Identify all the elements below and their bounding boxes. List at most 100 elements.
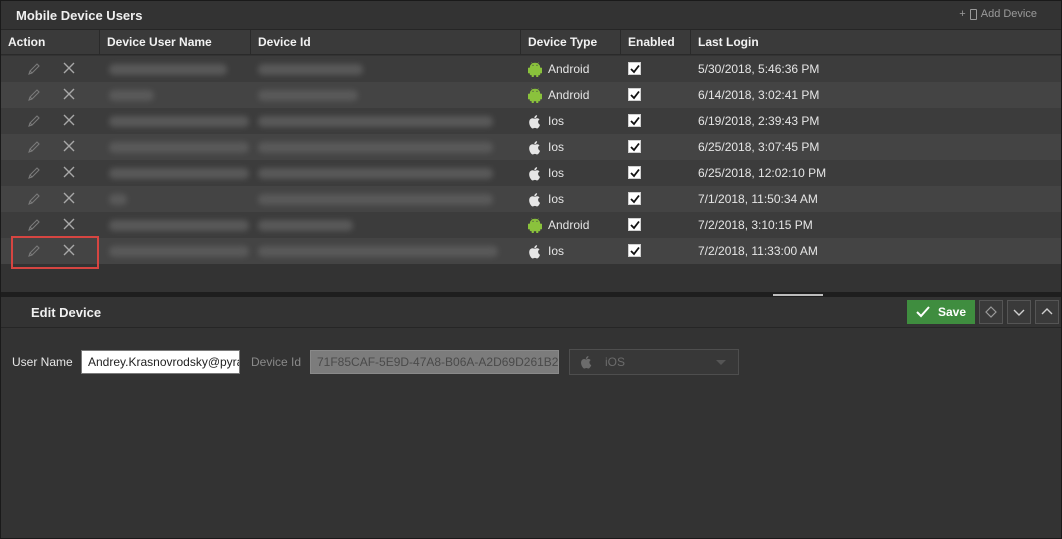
chevron-up-icon	[1041, 308, 1053, 315]
device-id-redacted	[258, 246, 498, 257]
device-type-label: Ios	[548, 192, 565, 206]
edit-panel-header: Edit Device Save	[1, 297, 1061, 328]
enabled-checkbox[interactable]	[628, 192, 641, 205]
device-type-cell: Android	[528, 56, 589, 82]
user-name-redacted	[109, 168, 249, 179]
device-id-label: Device Id	[251, 355, 302, 369]
device-id-redacted	[258, 90, 358, 101]
enabled-checkbox[interactable]	[628, 62, 641, 75]
add-device-label: Add Device	[980, 8, 1037, 20]
enabled-checkbox[interactable]	[628, 88, 641, 101]
column-last-login[interactable]: Last Login	[691, 30, 1061, 55]
delete-icon[interactable]	[62, 87, 76, 101]
selection-highlight	[11, 236, 99, 269]
move-up-button[interactable]	[1035, 300, 1059, 324]
save-label: Save	[937, 305, 967, 319]
table-header: Action Device User Name Device Id Device…	[1, 30, 1061, 55]
last-login-cell: 6/25/2018, 3:07:45 PM	[698, 140, 820, 154]
pencil-icon[interactable]	[27, 192, 41, 206]
device-type-label: Android	[548, 218, 590, 232]
delete-icon[interactable]	[62, 191, 76, 205]
user-name-label: User Name	[12, 355, 73, 369]
last-login-cell: 6/19/2018, 2:39:43 PM	[698, 114, 820, 128]
user-name-input[interactable]: Andrey.Krasnovrodsky@pyramidanalytics.co…	[81, 350, 240, 374]
user-name-redacted	[109, 64, 227, 75]
last-login-cell: 6/14/2018, 3:02:41 PM	[698, 88, 820, 102]
device-type-label: Ios	[548, 166, 565, 180]
device-type-label: Ios	[548, 114, 565, 128]
edit-panel-body: User Name Andrey.Krasnovrodsky@pyramidan…	[1, 329, 1061, 537]
android-icon	[528, 217, 542, 233]
enabled-checkbox[interactable]	[628, 218, 641, 231]
user-name-redacted	[109, 220, 249, 231]
check-icon	[916, 306, 930, 318]
device-type-value: iOS	[605, 355, 626, 369]
splitter-grip[interactable]	[773, 294, 823, 296]
enabled-checkbox[interactable]	[628, 166, 641, 179]
apple-icon	[581, 356, 592, 369]
pencil-icon[interactable]	[27, 62, 41, 76]
enabled-checkbox[interactable]	[628, 140, 641, 153]
enabled-checkbox[interactable]	[628, 114, 641, 127]
move-down-button[interactable]	[1007, 300, 1031, 324]
apple-icon	[528, 140, 542, 155]
delete-icon[interactable]	[62, 113, 76, 127]
table-row[interactable]: Ios 7/1/2018, 11:50:34 AM	[1, 186, 1061, 212]
table-row[interactable]: Android 6/14/2018, 3:02:41 PM	[1, 82, 1061, 108]
table-row[interactable]: Ios 6/25/2018, 12:02:10 PM	[1, 160, 1061, 186]
device-type-label: Android	[548, 62, 590, 76]
plus-icon: +	[959, 8, 966, 20]
pencil-icon[interactable]	[27, 88, 41, 102]
pencil-icon[interactable]	[27, 218, 41, 232]
pencil-icon[interactable]	[27, 114, 41, 128]
android-icon	[528, 87, 542, 103]
column-action[interactable]: Action	[1, 30, 100, 55]
device-id-redacted	[258, 116, 493, 127]
android-icon	[528, 61, 542, 77]
apple-icon	[528, 192, 542, 207]
last-login-cell: 7/2/2018, 11:33:00 AM	[698, 244, 818, 258]
last-login-cell: 5/30/2018, 5:46:36 PM	[698, 62, 820, 76]
device-id-redacted	[258, 168, 493, 179]
diamond-icon	[985, 306, 997, 318]
save-button[interactable]: Save	[907, 300, 975, 324]
user-name-redacted	[109, 142, 249, 153]
device-type-cell: Ios	[528, 238, 564, 264]
enabled-checkbox[interactable]	[628, 244, 641, 257]
pencil-icon[interactable]	[27, 166, 41, 180]
table-row[interactable]: Ios 7/2/2018, 11:33:00 AM	[1, 238, 1061, 264]
pencil-icon[interactable]	[27, 140, 41, 154]
device-type-cell: Ios	[528, 108, 564, 134]
device-id-redacted	[258, 142, 493, 153]
device-type-select: iOS	[569, 349, 739, 375]
table-row[interactable]: Ios 6/25/2018, 3:07:45 PM	[1, 134, 1061, 160]
delete-icon[interactable]	[62, 165, 76, 179]
device-type-cell: Ios	[528, 134, 564, 160]
table-row[interactable]: Ios 6/19/2018, 2:39:43 PM	[1, 108, 1061, 134]
reset-button[interactable]	[979, 300, 1003, 324]
edit-title: Edit Device	[31, 305, 102, 320]
user-name-redacted	[109, 90, 154, 101]
user-name-redacted	[109, 194, 127, 205]
last-login-cell: 6/25/2018, 12:02:10 PM	[698, 166, 827, 180]
table-row[interactable]: Android 7/2/2018, 3:10:15 PM	[1, 212, 1061, 238]
column-device-type[interactable]: Device Type	[521, 30, 621, 55]
phone-icon	[969, 8, 977, 20]
delete-icon[interactable]	[62, 61, 76, 75]
column-device-id[interactable]: Device Id	[251, 30, 521, 55]
apple-icon	[528, 166, 542, 181]
add-device-button[interactable]: + Add Device	[959, 8, 1037, 20]
device-type-cell: Ios	[528, 160, 564, 186]
device-id-redacted	[258, 220, 353, 231]
apple-icon	[528, 114, 542, 129]
delete-icon[interactable]	[62, 139, 76, 153]
column-user-name[interactable]: Device User Name	[100, 30, 251, 55]
column-enabled[interactable]: Enabled	[621, 30, 691, 55]
device-type-label: Android	[548, 88, 590, 102]
delete-icon[interactable]	[62, 217, 76, 231]
panel-header: Mobile Device Users + Add Device	[1, 1, 1061, 30]
table-row[interactable]: Android 5/30/2018, 5:46:36 PM	[1, 56, 1061, 82]
panel-title: Mobile Device Users	[16, 8, 143, 23]
chevron-down-icon	[716, 360, 726, 365]
last-login-cell: 7/1/2018, 11:50:34 AM	[698, 192, 818, 206]
